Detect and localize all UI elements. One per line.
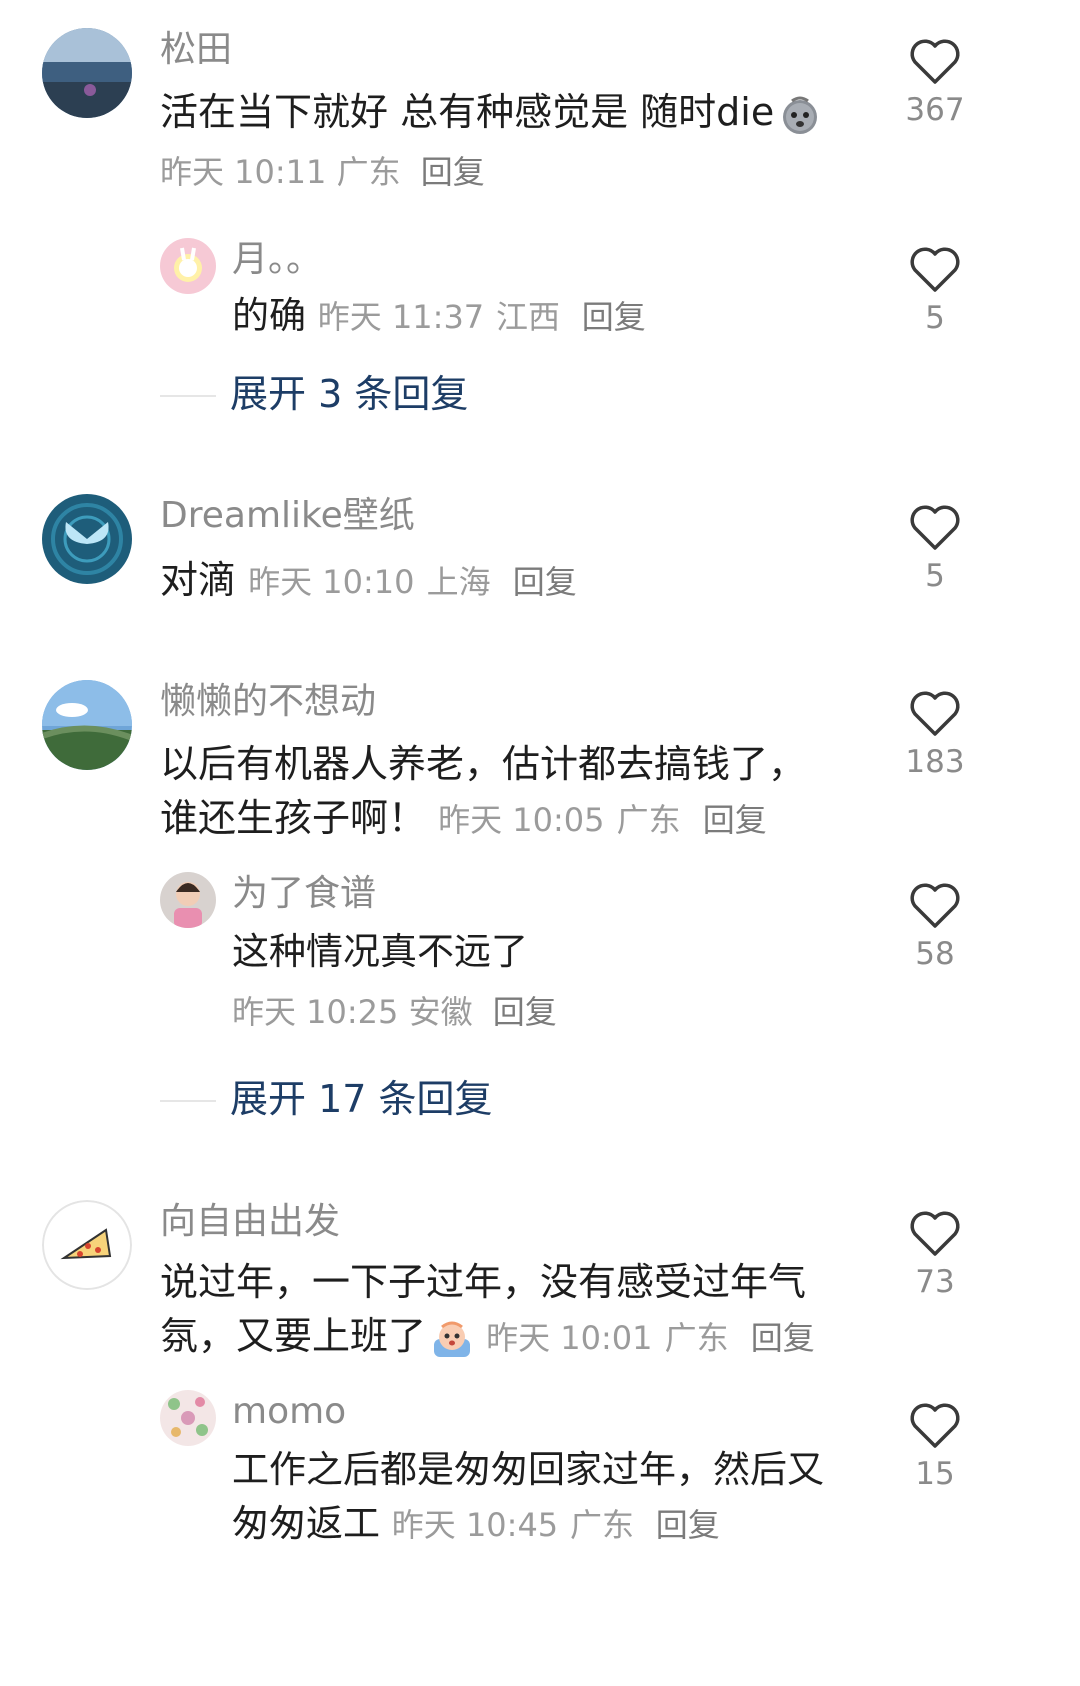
comment-text-body: 谁还生孩子啊！ (160, 796, 427, 840)
comment-text-line-2: 匆匆返工 昨天 10:45 广东 回复 (232, 1500, 720, 1549)
location: 广东 (336, 153, 401, 191)
like-count: 73 (915, 1264, 955, 1300)
heart-outline-icon (910, 1403, 960, 1448)
avatar[interactable] (42, 494, 132, 584)
comment-text-body: 活在当下就好 总有种感觉是 随时die (160, 90, 775, 134)
timestamp: 昨天 10:45 (391, 1506, 559, 1544)
expand-replies-button[interactable]: 展开 3 条回复 (230, 370, 468, 418)
reply-button[interactable]: 回复 (582, 298, 646, 336)
comment-text-body: 对滴 (160, 558, 237, 602)
comment-text-line-1: 工作之后都是匆匆回家过年，然后又 (232, 1448, 824, 1491)
timestamp: 昨天 10:25 (232, 993, 399, 1031)
comment-text: 的确 昨天 11:37 江西 回复 (232, 292, 646, 341)
timestamp: 昨天 10:01 (486, 1319, 653, 1357)
location: 上海 (426, 563, 491, 601)
reply-button[interactable]: 回复 (751, 1319, 815, 1357)
reply-button[interactable]: 回复 (703, 801, 767, 839)
heart-outline-icon (910, 1211, 960, 1256)
heart-outline-icon (910, 39, 960, 84)
comment-text-body: 匆匆返工 (232, 1502, 380, 1545)
comment-text: 活在当下就好 总有种感觉是 随时die (160, 88, 822, 137)
like-button[interactable]: 15 (890, 1402, 980, 1492)
like-button[interactable]: 73 (890, 1210, 980, 1300)
reply-button[interactable]: 回复 (493, 993, 557, 1031)
like-count: 15 (915, 1456, 955, 1492)
location: 安徽 (408, 993, 473, 1031)
avatar[interactable] (160, 872, 216, 928)
divider (160, 1100, 216, 1102)
comment-text-body: 的确 (232, 294, 306, 337)
divider (160, 395, 216, 397)
location: 广东 (616, 801, 681, 839)
like-button[interactable]: 5 (890, 246, 980, 336)
reply-button[interactable]: 回复 (656, 1506, 720, 1544)
comment-text-body: 氛，又要上班了 (160, 1314, 427, 1358)
heart-outline-icon (910, 691, 960, 736)
timestamp: 昨天 10:10 (248, 563, 415, 601)
heart-outline-icon (910, 247, 960, 292)
comment-text: 这种情况真不远了 (232, 930, 528, 973)
comment-meta: 昨天 10:11 广东 回复 (160, 150, 485, 194)
like-count: 58 (915, 936, 955, 972)
like-button[interactable]: 183 (890, 690, 980, 780)
like-count: 5 (925, 300, 945, 336)
timestamp: 昨天 11:37 (317, 298, 485, 336)
comment-text: 对滴 昨天 10:10 上海 回复 (160, 556, 577, 606)
avatar[interactable] (160, 1390, 216, 1446)
avatar[interactable] (42, 1200, 132, 1290)
username[interactable]: 懒懒的不想动 (160, 680, 376, 724)
username[interactable]: 月。。 (232, 238, 322, 282)
timestamp: 昨天 10:11 (160, 153, 327, 191)
comment-text-line-1: 说过年，一下子过年，没有感受过年气 (160, 1260, 807, 1304)
username[interactable]: Dreamlike壁纸 (160, 494, 415, 538)
crying-face-emoji-icon (430, 1317, 474, 1361)
comment-text-line-2: 谁还生孩子啊！ 昨天 10:05 广东 回复 (160, 794, 767, 844)
comment-meta: 昨天 10:25 安徽 回复 (232, 990, 557, 1034)
expand-replies-button[interactable]: 展开 17 条回复 (230, 1075, 493, 1123)
comment-text-line-2: 氛，又要上班了 昨天 10:01 广东 回复 (160, 1312, 815, 1362)
ghost-sad-emoji-icon (778, 93, 822, 137)
like-button[interactable]: 5 (890, 504, 980, 594)
reply-button[interactable]: 回复 (513, 563, 577, 601)
like-button[interactable]: 58 (890, 882, 980, 972)
avatar[interactable] (42, 680, 132, 770)
like-count: 183 (905, 744, 965, 780)
avatar[interactable] (42, 28, 132, 118)
avatar[interactable] (160, 238, 216, 294)
reply-button[interactable]: 回复 (421, 153, 485, 191)
like-button[interactable]: 367 (890, 38, 980, 128)
heart-outline-icon (910, 883, 960, 928)
username[interactable]: 为了食谱 (232, 872, 376, 916)
location: 广东 (664, 1319, 729, 1357)
comment-text-line-1: 以后有机器人养老，估计都去搞钱了， (160, 742, 807, 786)
like-count: 5 (925, 558, 945, 594)
heart-outline-icon (910, 505, 960, 550)
username[interactable]: 松田 (160, 28, 232, 72)
username[interactable]: 向自由出发 (160, 1200, 340, 1244)
location: 江西 (495, 298, 560, 336)
timestamp: 昨天 10:05 (438, 801, 605, 839)
location: 广东 (569, 1506, 634, 1544)
like-count: 367 (905, 92, 965, 128)
username[interactable]: momo (232, 1390, 346, 1434)
